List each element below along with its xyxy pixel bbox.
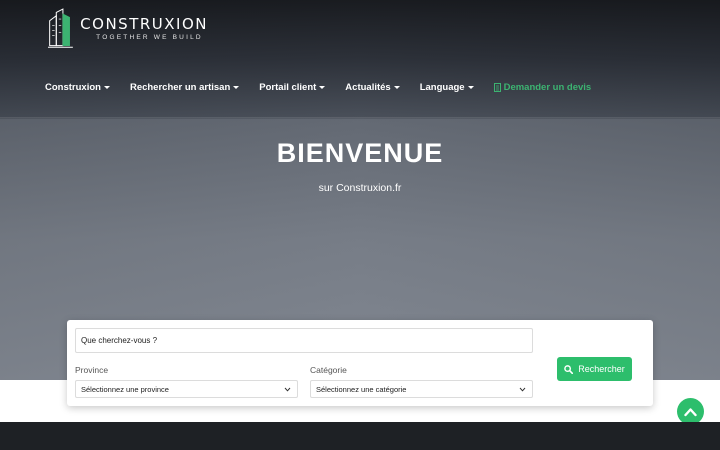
request-quote-label: Demander un devis xyxy=(503,81,592,93)
nav-item-language[interactable]: Language xyxy=(420,82,474,93)
caret-down-icon xyxy=(233,85,240,89)
request-quote-link[interactable]: Demander un devis xyxy=(493,81,592,93)
search-button-label: Rechercher xyxy=(578,364,625,374)
search-input[interactable] xyxy=(75,328,533,353)
main-nav: Construxion Rechercher un artisan Portai… xyxy=(45,80,591,94)
province-select[interactable]: Sélectionnez une province xyxy=(75,380,298,398)
caret-down-icon xyxy=(467,85,474,89)
nav-item-actualites[interactable]: Actualités xyxy=(345,81,400,93)
search-panel: Province Sélectionnez une province Catég… xyxy=(67,320,653,406)
caret-down-icon xyxy=(319,85,326,89)
search-button[interactable]: Rechercher xyxy=(557,357,632,381)
caret-down-icon xyxy=(103,85,110,89)
nav-item-portail-client[interactable]: Portail client xyxy=(259,81,326,93)
category-selected-value: Sélectionnez une catégorie xyxy=(316,384,407,394)
brand-tagline: Together we build xyxy=(96,34,203,41)
nav-item-label: Actualités xyxy=(345,81,391,93)
document-icon xyxy=(493,82,501,92)
hero-title: BIENVENUE xyxy=(276,138,444,168)
category-label: Catégorie xyxy=(310,365,347,375)
nav-item-label: Language xyxy=(419,81,465,93)
nav-item-rechercher-artisan[interactable]: Rechercher un artisan xyxy=(129,81,240,93)
nav-item-construxion[interactable]: Construxion xyxy=(45,82,110,93)
province-selected-value: Sélectionnez une province xyxy=(81,384,169,394)
category-select[interactable]: Sélectionnez une catégorie xyxy=(310,380,533,398)
footer-band xyxy=(0,422,720,450)
nav-item-label: Construxion xyxy=(45,81,101,93)
scroll-to-top-button[interactable] xyxy=(677,398,704,425)
nav-divider xyxy=(0,117,720,118)
brand-logo[interactable]: CONSTRUXION Together we build xyxy=(48,4,208,54)
building-logo-icon xyxy=(48,8,73,48)
chevron-down-icon xyxy=(284,387,291,392)
caret-down-icon xyxy=(393,85,400,89)
nav-item-label: Portail client xyxy=(259,81,317,93)
chevron-down-icon xyxy=(519,387,526,392)
brand-name: CONSTRUXION xyxy=(80,15,208,33)
nav-item-label: Rechercher un artisan xyxy=(129,81,231,93)
search-icon xyxy=(564,364,574,374)
chevron-up-icon xyxy=(684,407,697,416)
hero-subtitle: sur Construxion.fr xyxy=(318,182,402,194)
province-label: Province xyxy=(75,365,109,375)
